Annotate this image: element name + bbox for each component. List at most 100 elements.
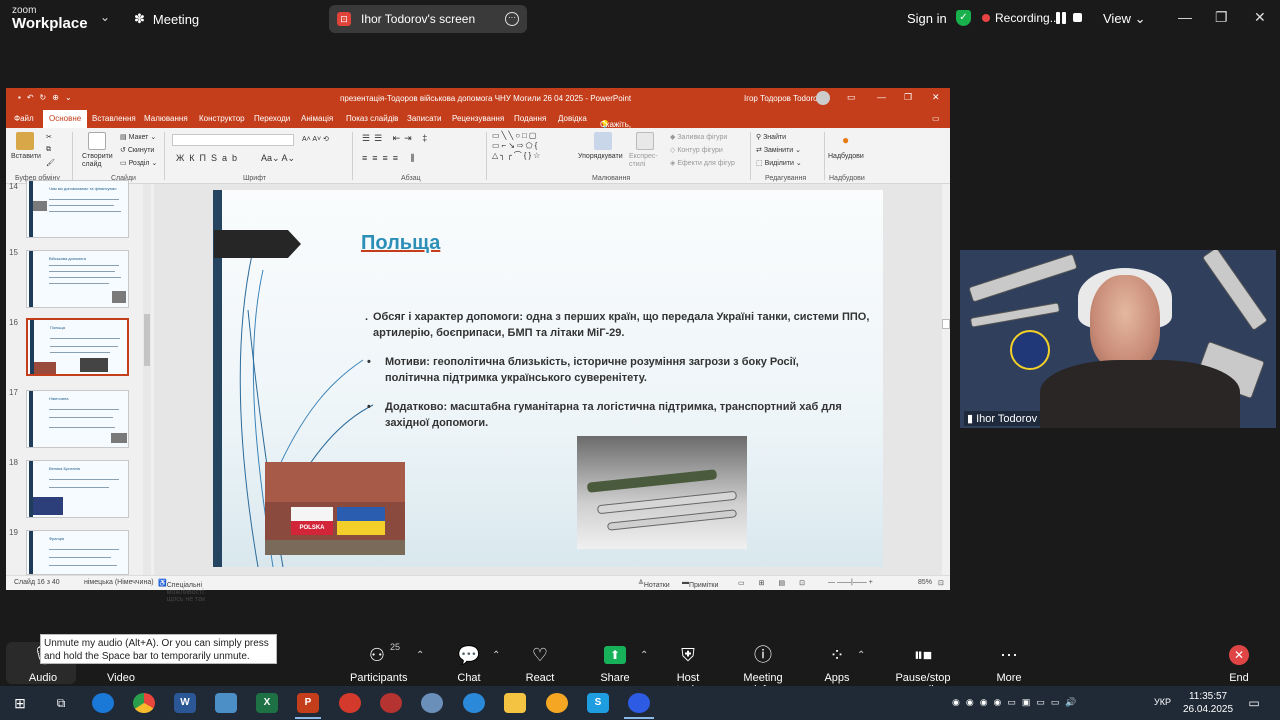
addins-icon[interactable]: ● [842,133,849,147]
quick-styles-label[interactable]: Експрес-стилі [629,153,663,169]
replace-button[interactable]: ⇄ Замінити ⌄ [756,146,801,154]
paste-icon[interactable] [16,132,34,150]
new-slide-icon[interactable] [88,132,106,150]
reset-button[interactable]: ↺ Скинути [120,146,154,154]
align-icons[interactable]: ≡≡≡≡ ⫼ [362,153,420,164]
tab-record[interactable]: Записати [407,114,442,123]
slide-photo-weapons[interactable] [577,436,747,549]
slide-photo-flags[interactable]: POLSKA [265,462,405,555]
minimize-icon[interactable]: — [1178,9,1192,25]
shapes-gallery[interactable]: ▭╲╲○□▢ ▭⌐↘⇨⬠{ △╮╭⌒{}☆ [492,131,572,161]
font-format-icons[interactable]: ЖКПSab [176,153,242,163]
slide-thumbnail[interactable]: Чим ми допомагаємо та фінансуємо [26,180,129,238]
input-language[interactable]: УКР [1154,697,1171,707]
chrome-icon[interactable] [133,693,155,713]
quick-access-icons[interactable]: ▪↶↻⊕⌄ [18,93,78,102]
slide-thumbnail[interactable]: Велика Британія [26,460,129,518]
skype-icon[interactable]: S [587,693,609,713]
comments-button[interactable]: ▬ Примітки [682,579,718,589]
arrange-icon[interactable] [594,132,612,150]
fit-slide-icon[interactable]: ⊡ [938,579,944,587]
meeting-button[interactable]: ✽ Meeting [134,11,199,27]
cut-icon[interactable]: ✂ [46,133,52,141]
powerpoint-icon[interactable]: P [297,693,319,713]
ppt-minimize-icon[interactable]: — [877,92,886,102]
tab-draw[interactable]: Малювання [144,114,188,123]
browser-icon[interactable] [92,693,114,713]
participants-button[interactable]: ⚇ 25 Participants [350,642,407,684]
format-painter-icon[interactable]: 🖌 [46,159,55,167]
chat-button[interactable]: 💬 Chat [454,644,484,684]
section-button[interactable]: ▭ Розділ ⌄ [120,159,157,167]
current-slide[interactable]: Польща . Обсяг і характер допомоги: одна… [213,190,883,567]
ppt-restore-icon[interactable]: ❐ [904,92,912,103]
tab-view[interactable]: Подання [514,114,546,123]
app-icon[interactable] [421,693,443,713]
slide-thumbnail[interactable]: Німеччина [26,390,129,448]
slide-scrollbar[interactable] [942,184,950,575]
font-size-icons[interactable]: A˄ A˅ ⟲ [302,135,329,143]
app-icon[interactable] [339,693,361,713]
chevron-down-icon[interactable]: ⌄ [100,10,110,24]
notepad-icon[interactable] [215,693,237,713]
tab-design[interactable]: Конструктор [199,114,245,123]
scrollbar-thumb[interactable] [144,314,150,366]
security-shield-icon[interactable]: ✓ [956,10,971,26]
select-button[interactable]: ⬚ Виділити ⌄ [756,159,802,167]
quick-styles-icon[interactable] [636,132,654,150]
screen-share-pill[interactable]: ⊡ Ihor Todorov's screen ··· [329,5,527,33]
windows-start-icon[interactable]: ⊞ [9,693,31,713]
addins-label[interactable]: Надбудови [828,153,864,160]
copy-icon[interactable]: ⧉ [46,146,51,154]
participants-caret-icon[interactable]: ⌃ [416,650,424,661]
view-mode-icons[interactable]: ▭⊞▤⊡ [738,579,819,587]
end-button[interactable]: ✕ End [1226,644,1252,684]
system-tray-icons[interactable]: ◉◉◉◉▭▣▭▭🔊 [952,697,1083,708]
slide-thumbnail[interactable]: Франція [26,530,129,575]
tab-help[interactable]: Довідка [558,114,587,123]
apps-caret-icon[interactable]: ⌃ [857,650,865,661]
task-view-icon[interactable]: ⧉ [50,693,72,713]
tab-slideshow[interactable]: Показ слайдів [346,114,398,123]
find-button[interactable]: ⚲ Знайти [756,133,786,141]
tab-review[interactable]: Рецензування [452,114,504,123]
avatar[interactable] [816,91,830,105]
tab-transitions[interactable]: Переходи [254,114,290,123]
notifications-icon[interactable]: ▭ [1243,693,1265,713]
excel-icon[interactable]: X [256,693,278,713]
chat-caret-icon[interactable]: ⌃ [492,650,500,661]
new-slide-label[interactable]: Створити слайд [82,153,118,169]
tab-file[interactable]: Файл [14,114,34,123]
share-caret-icon[interactable]: ⌃ [640,650,648,661]
react-button[interactable]: ♡ React [523,644,557,684]
zoom-level[interactable]: 85% [918,579,932,586]
close-icon[interactable]: ✕ [1254,9,1266,26]
paste-label[interactable]: Вставити [11,153,41,160]
language-status[interactable]: німецька (Німеччина) [84,579,154,586]
thumbnail-scrollbar[interactable] [143,184,151,575]
pause-recording-icon-bar[interactable] [1062,12,1066,24]
ribbon-display-icon[interactable]: ▭ [847,92,856,103]
share-button[interactable]: ⬆ Share [598,644,632,684]
shape-fill-button[interactable]: ◆ Заливка фігури [670,133,727,141]
pause-recording-icon[interactable] [1056,12,1060,24]
arrange-label[interactable]: Упорядкувати [578,153,623,160]
zoom-icon[interactable] [628,693,650,713]
tab-home[interactable]: Основне [43,110,88,128]
file-explorer-icon[interactable] [504,693,526,713]
more-options-icon[interactable]: ··· [505,12,519,26]
word-icon[interactable]: W [174,693,196,713]
participant-video[interactable]: ▮ Ihor Todorov [960,250,1276,428]
accessibility-status[interactable]: ♿ Спеціальні можливості: щось не так [158,579,206,603]
notes-button[interactable]: ≙ Нотатки [638,579,670,589]
tab-animations[interactable]: Анімація [301,114,333,123]
zoom-slider[interactable]: — ——|—— + [828,579,873,586]
layout-button[interactable]: ▤ Макет ⌄ [120,133,156,141]
shape-effects-button[interactable]: ◈ Ефекти для фігур [670,159,735,167]
app-icon[interactable] [546,693,568,713]
edge-icon[interactable] [463,693,485,713]
more-button[interactable]: ⋯ More [994,644,1024,684]
apps-button[interactable]: ⁘ Apps [824,644,850,684]
stop-recording-icon[interactable] [1073,13,1082,22]
comments-icon[interactable]: ▭ [932,114,940,123]
